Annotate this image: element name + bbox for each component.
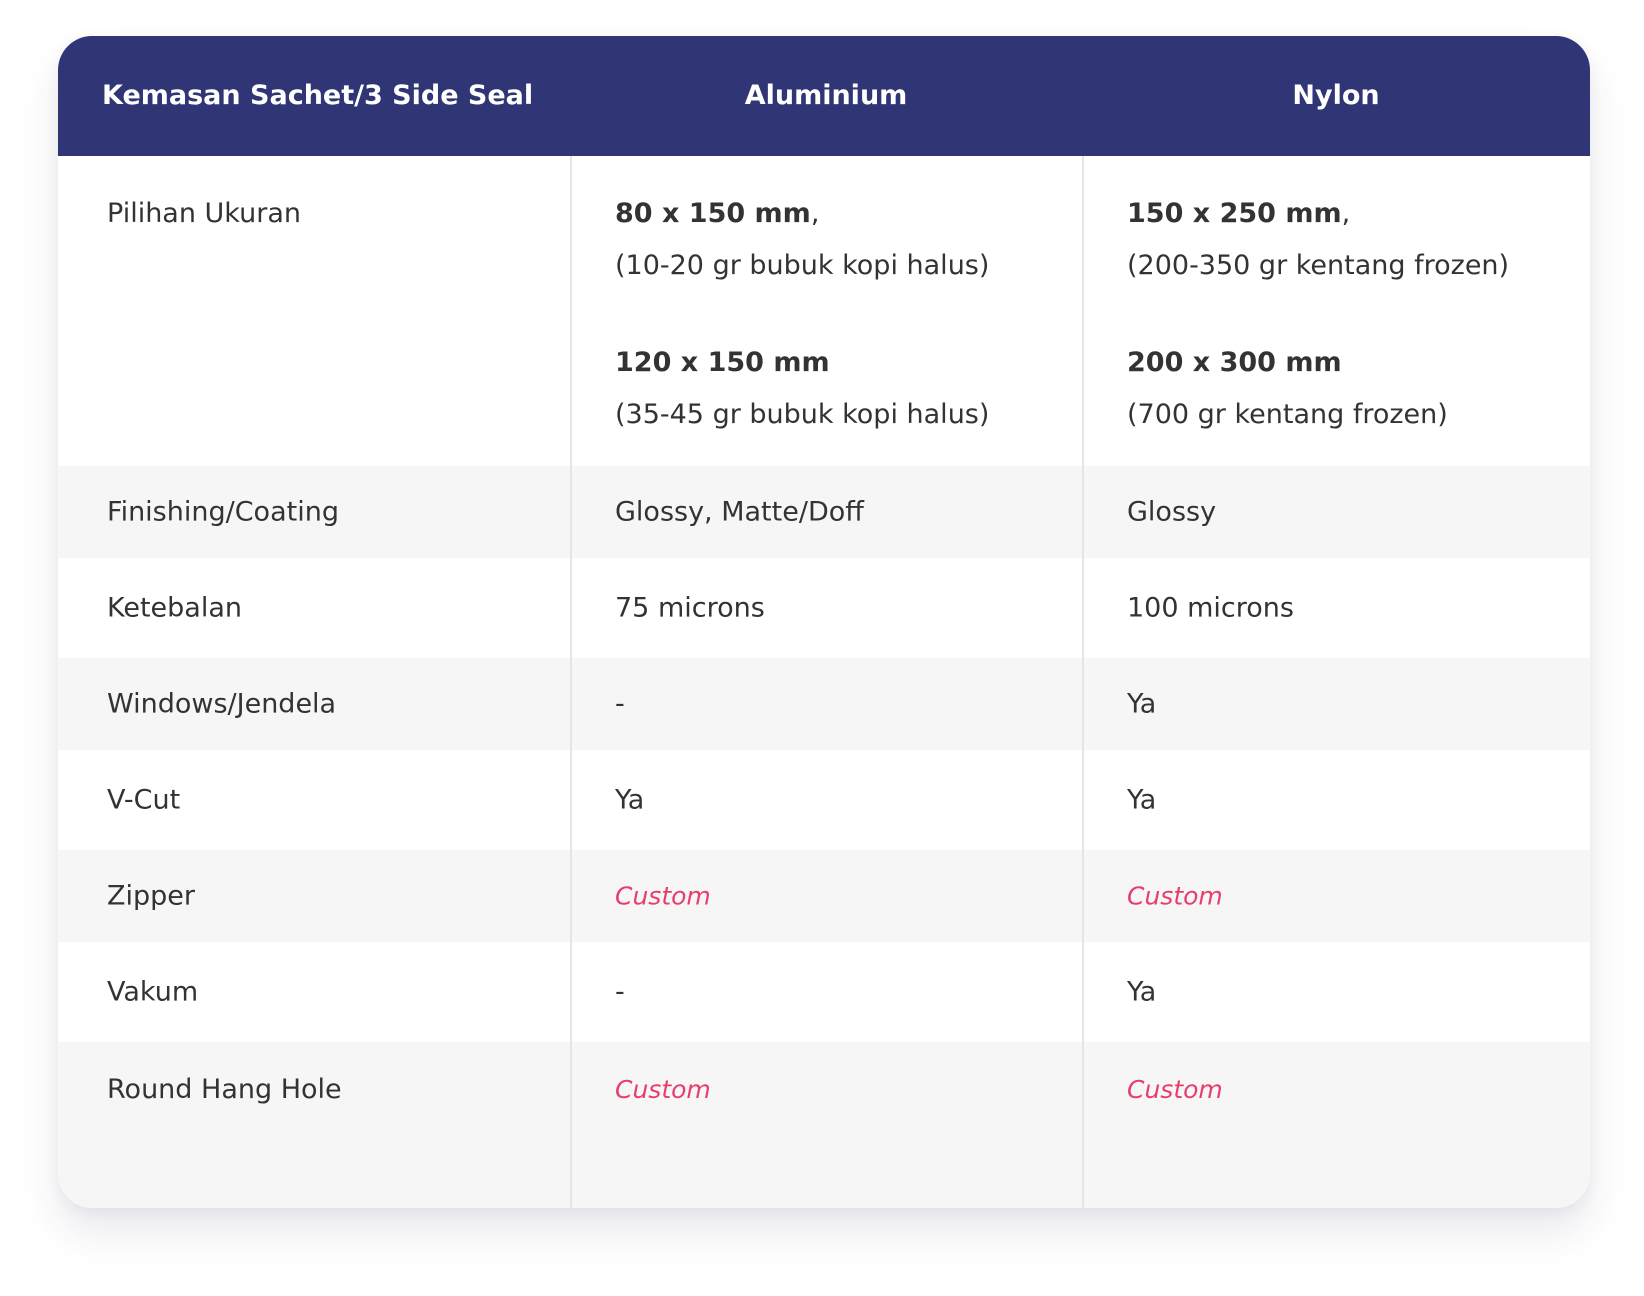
size-title: 150 x 250 mm, — [1127, 198, 1351, 229]
table-row-pilihan-ukuran: Pilihan Ukuran 80 x 150 mm, (10-20 gr bu… — [58, 156, 1590, 466]
aluminium-value: - — [615, 688, 625, 720]
row-label: Windows/Jendela — [107, 688, 337, 720]
table-row: Ketebalan 75 microns 100 microns — [58, 558, 1590, 658]
size-note: (35-45 gr bubuk kopi halus) — [615, 399, 990, 430]
comparison-table-card: Kemasan Sachet/3 Side Seal Aluminium Nyl… — [58, 36, 1590, 1208]
size-title: 200 x 300 mm — [1127, 347, 1342, 378]
size-title: 80 x 150 mm, — [615, 198, 820, 229]
aluminium-value: Custom — [615, 881, 711, 911]
nylon-value: Custom — [1127, 881, 1223, 911]
size-title: 120 x 150 mm — [615, 347, 830, 378]
header-aluminium: Aluminium — [744, 80, 908, 111]
table-row: Finishing/Coating Glossy, Matte/Doff Glo… — [58, 466, 1590, 558]
aluminium-value: - — [615, 976, 625, 1008]
header-kemasan: Kemasan Sachet/3 Side Seal — [102, 80, 534, 111]
row-label: V-Cut — [107, 784, 181, 816]
table-row: Round Hang Hole Custom Custom — [58, 1042, 1590, 1208]
table-row: V-Cut Ya Ya — [58, 750, 1590, 850]
row-label: Round Hang Hole — [107, 1074, 342, 1105]
nylon-value: 100 microns — [1127, 592, 1294, 624]
size-note: (200-350 gr kentang frozen) — [1127, 250, 1510, 281]
nylon-value: Ya — [1127, 688, 1157, 720]
row-label: Finishing/Coating — [107, 496, 339, 528]
size-option: 80 x 150 mm, (10-20 gr bubuk kopi halus) — [615, 188, 989, 292]
row-label: Ketebalan — [107, 592, 243, 624]
aluminium-value: 75 microns — [615, 592, 765, 624]
nylon-value: Custom — [1127, 1075, 1223, 1104]
size-option: 120 x 150 mm (35-45 gr bubuk kopi halus) — [615, 337, 989, 441]
size-option: 150 x 250 mm, (200-350 gr kentang frozen… — [1127, 188, 1509, 292]
aluminium-value: Ya — [615, 784, 645, 816]
nylon-value: Ya — [1127, 976, 1157, 1008]
header-nylon: Nylon — [1292, 80, 1380, 111]
row-label: Vakum — [107, 976, 199, 1008]
size-note: (10-20 gr bubuk kopi halus) — [615, 250, 990, 281]
size-option: 200 x 300 mm (700 gr kentang frozen) — [1127, 337, 1448, 441]
row-label: Zipper — [107, 880, 195, 912]
aluminium-value: Custom — [615, 1075, 711, 1104]
row-label-text: Pilihan Ukuran — [107, 198, 301, 229]
aluminium-value: Glossy, Matte/Doff — [615, 496, 864, 528]
size-note: (700 gr kentang frozen) — [1127, 399, 1448, 430]
nylon-value: Ya — [1127, 784, 1157, 816]
column-divider — [570, 156, 572, 1208]
column-divider — [1082, 156, 1084, 1208]
table-header: Kemasan Sachet/3 Side Seal Aluminium Nyl… — [58, 36, 1590, 156]
nylon-value: Glossy — [1127, 496, 1217, 528]
table-row: Zipper Custom Custom — [58, 850, 1590, 942]
table-row: Vakum - Ya — [58, 942, 1590, 1042]
table-row: Windows/Jendela - Ya — [58, 658, 1590, 750]
